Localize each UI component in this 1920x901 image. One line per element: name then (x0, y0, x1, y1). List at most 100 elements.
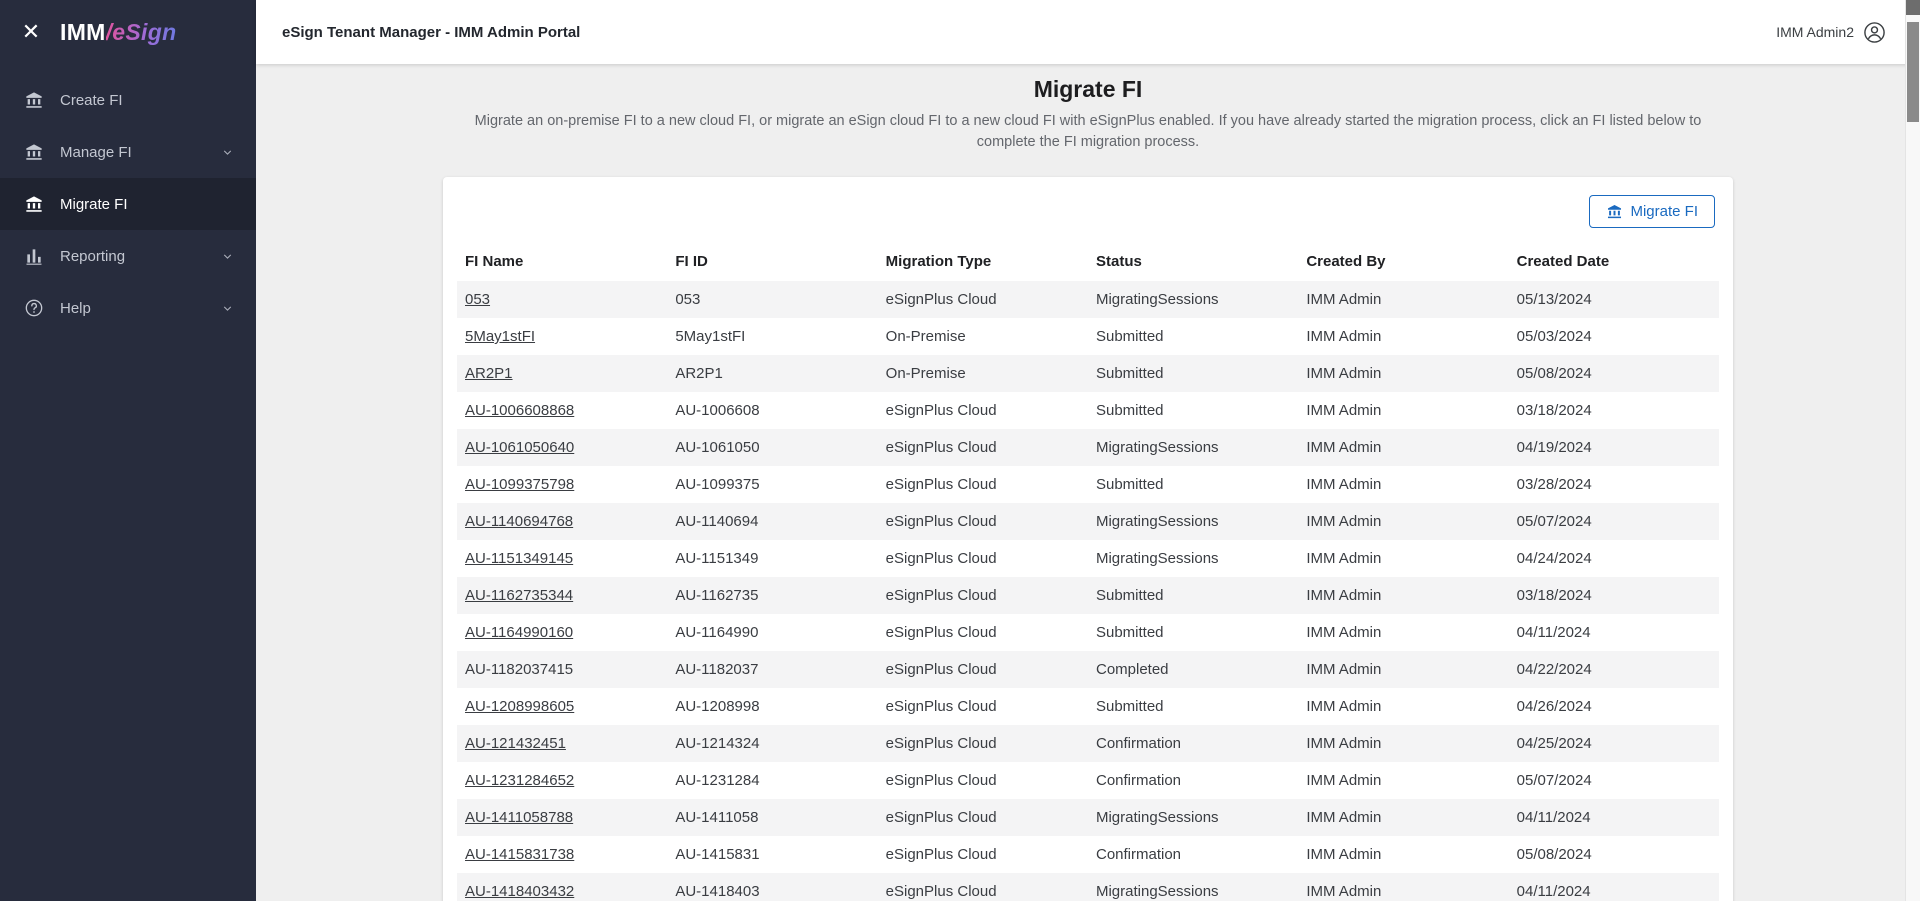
sidebar-item-help[interactable]: Help (0, 282, 256, 334)
scrollbar-thumb[interactable] (1907, 22, 1919, 122)
fi-name-link[interactable]: AU-1415831738 (465, 846, 574, 863)
fi-name-cell: AU-1411058788 (457, 799, 667, 836)
fi-id-cell: AU-1006608 (675, 402, 760, 420)
chevron-down-icon (223, 305, 232, 311)
fi-name-link[interactable]: AU-1006608868 (465, 402, 574, 419)
migration-type-cell: eSignPlus Cloud (885, 846, 997, 864)
fi-id-cell: AU-1061050 (675, 439, 760, 457)
table-row: AU-1231284652 AU-1231284 eSignPlus Cloud… (457, 762, 1719, 799)
migration-type-cell: eSignPlus Cloud (885, 587, 997, 605)
fi-id-cell: AU-1415831 (675, 846, 760, 864)
table-row: AU-1151349145 AU-1151349 eSignPlus Cloud… (457, 540, 1719, 577)
fi-name-text: AU-1182037415 (465, 661, 574, 679)
fi-name-link[interactable]: AU-121432451 (465, 735, 566, 752)
fi-id-cell: AU-1214324 (675, 735, 760, 753)
fi-name-cell: AU-1208998605 (457, 688, 667, 725)
fi-id-cell: AU-1411058 (675, 809, 759, 827)
table-row: AU-1140694768 AU-1140694 eSignPlus Cloud… (457, 503, 1719, 541)
content-area: Migrate FI Migrate an on-premise FI to a… (256, 64, 1920, 901)
created-date-cell: 03/28/2024 (1516, 476, 1592, 494)
status-cell: Confirmation (1095, 772, 1182, 790)
page-scrollbar[interactable] (1905, 0, 1920, 901)
bank-icon (26, 92, 42, 108)
created-by-cell: IMM Admin (1306, 291, 1382, 309)
table-row: AU-1208998605 AU-1208998 eSignPlus Cloud… (457, 688, 1719, 725)
status-cell: MigratingSessions (1095, 439, 1219, 457)
migrate-fi-button[interactable]: Migrate FI (1589, 195, 1715, 229)
status-cell: Submitted (1095, 698, 1164, 716)
fi-name-link[interactable]: AR2P1 (465, 365, 513, 382)
fi-name-cell: AR2P1 (457, 355, 667, 392)
migration-type-cell: eSignPlus Cloud (885, 661, 997, 679)
created-by-cell: IMM Admin (1306, 587, 1382, 605)
column-header-created-by: Created By (1306, 253, 1386, 271)
migration-type-cell: eSignPlus Cloud (885, 402, 997, 420)
created-by-cell: IMM Admin (1306, 365, 1382, 383)
migrate-fi-button-label: Migrate FI (1630, 203, 1698, 221)
sidebar-item-label: Reporting (60, 247, 126, 265)
sidebar-item-manage-fi[interactable]: Manage FI (0, 126, 256, 178)
fi-name-link[interactable]: AU-1164990160 (465, 624, 573, 641)
status-cell: Submitted (1095, 624, 1164, 642)
table-row: AU-1006608868 AU-1006608 eSignPlus Cloud… (457, 392, 1719, 429)
bank-icon (1608, 205, 1622, 219)
brand-logo-esign: /eSign (105, 18, 177, 45)
fi-id-cell: AU-1140694 (675, 513, 759, 531)
page-description: Migrate an on-premise FI to a new cloud … (474, 113, 1702, 151)
status-cell: Submitted (1095, 587, 1164, 605)
fi-name-link[interactable]: 5May1stFI (465, 328, 535, 345)
fi-name-link[interactable]: AU-1418403432 (465, 883, 574, 900)
fi-name-link[interactable]: 053 (465, 291, 490, 308)
status-cell: Confirmation (1095, 846, 1182, 864)
fi-name-cell: AU-1182037415 (457, 651, 667, 688)
scrollbar-up-arrow[interactable] (1906, 0, 1920, 15)
sidebar-item-create-fi[interactable]: Create FI (0, 74, 256, 126)
created-date-cell: 05/07/2024 (1516, 772, 1592, 790)
fi-name-link[interactable]: AU-1208998605 (465, 698, 574, 715)
table-row: AU-1418403432 AU-1418403 eSignPlus Cloud… (457, 873, 1719, 901)
migration-type-cell: eSignPlus Cloud (885, 883, 997, 901)
topbar: eSign Tenant Manager - IMM Admin Portal … (256, 0, 1920, 64)
table-row: AU-1162735344 AU-1162735 eSignPlus Cloud… (457, 577, 1719, 615)
fi-name-link[interactable]: AU-1231284652 (465, 772, 574, 789)
fi-name-link[interactable]: AU-1140694768 (465, 513, 573, 530)
fi-id-cell: AU-1208998 (675, 698, 760, 716)
fi-id-cell: AU-1164990 (675, 624, 759, 642)
fi-name-link[interactable]: AU-1162735344 (465, 587, 573, 604)
fi-name-link[interactable]: AU-1151349145 (465, 550, 573, 567)
created-by-cell: IMM Admin (1306, 735, 1382, 753)
created-date-cell: 04/25/2024 (1516, 735, 1592, 753)
status-cell: MigratingSessions (1095, 883, 1219, 901)
migration-type-cell: On-Premise (885, 365, 966, 383)
created-date-cell: 04/19/2024 (1516, 439, 1592, 457)
sidebar-item-migrate-fi[interactable]: Migrate FI (0, 178, 256, 230)
column-header-migration-type: Migration Type (885, 253, 992, 271)
fi-name-link[interactable]: AU-1411058788 (465, 809, 573, 826)
page-title: Migrate FI (1033, 76, 1143, 102)
fi-name-link[interactable]: AU-1061050640 (465, 439, 574, 456)
main-column: eSign Tenant Manager - IMM Admin Portal … (256, 0, 1920, 901)
fi-name-cell: AU-1006608868 (457, 392, 667, 429)
migration-type-cell: eSignPlus Cloud (885, 698, 997, 716)
user-menu[interactable]: IMM Admin2 (1776, 21, 1886, 44)
sidebar-item-label: Manage FI (60, 143, 132, 161)
column-header-fi-name: FI Name (465, 253, 524, 271)
fi-name-cell: AU-1231284652 (457, 762, 667, 799)
created-by-cell: IMM Admin (1306, 661, 1382, 679)
close-sidebar-icon[interactable]: ✕ (20, 21, 42, 43)
column-header-fi-id: FI ID (675, 253, 708, 271)
fi-name-cell: AU-1164990160 (457, 614, 667, 651)
sidebar-item-reporting[interactable]: Reporting (0, 230, 256, 282)
column-header-created-date: Created Date (1516, 253, 1610, 271)
fi-id-cell: AU-1162735 (675, 587, 759, 605)
sidebar-item-label: Migrate FI (60, 195, 128, 213)
fi-table-header: FI Name FI ID Migration Type Status Crea… (457, 242, 1719, 281)
migration-type-cell: eSignPlus Cloud (885, 439, 997, 457)
fi-name-link[interactable]: AU-1099375798 (465, 476, 574, 493)
created-by-cell: IMM Admin (1306, 624, 1382, 642)
migration-type-cell: eSignPlus Cloud (885, 476, 997, 494)
table-row: 053 053 eSignPlus Cloud MigratingSession… (457, 281, 1719, 319)
bar-chart-icon (26, 249, 42, 265)
table-row: AU-1164990160 AU-1164990 eSignPlus Cloud… (457, 614, 1719, 651)
user-icon[interactable] (1863, 21, 1886, 44)
